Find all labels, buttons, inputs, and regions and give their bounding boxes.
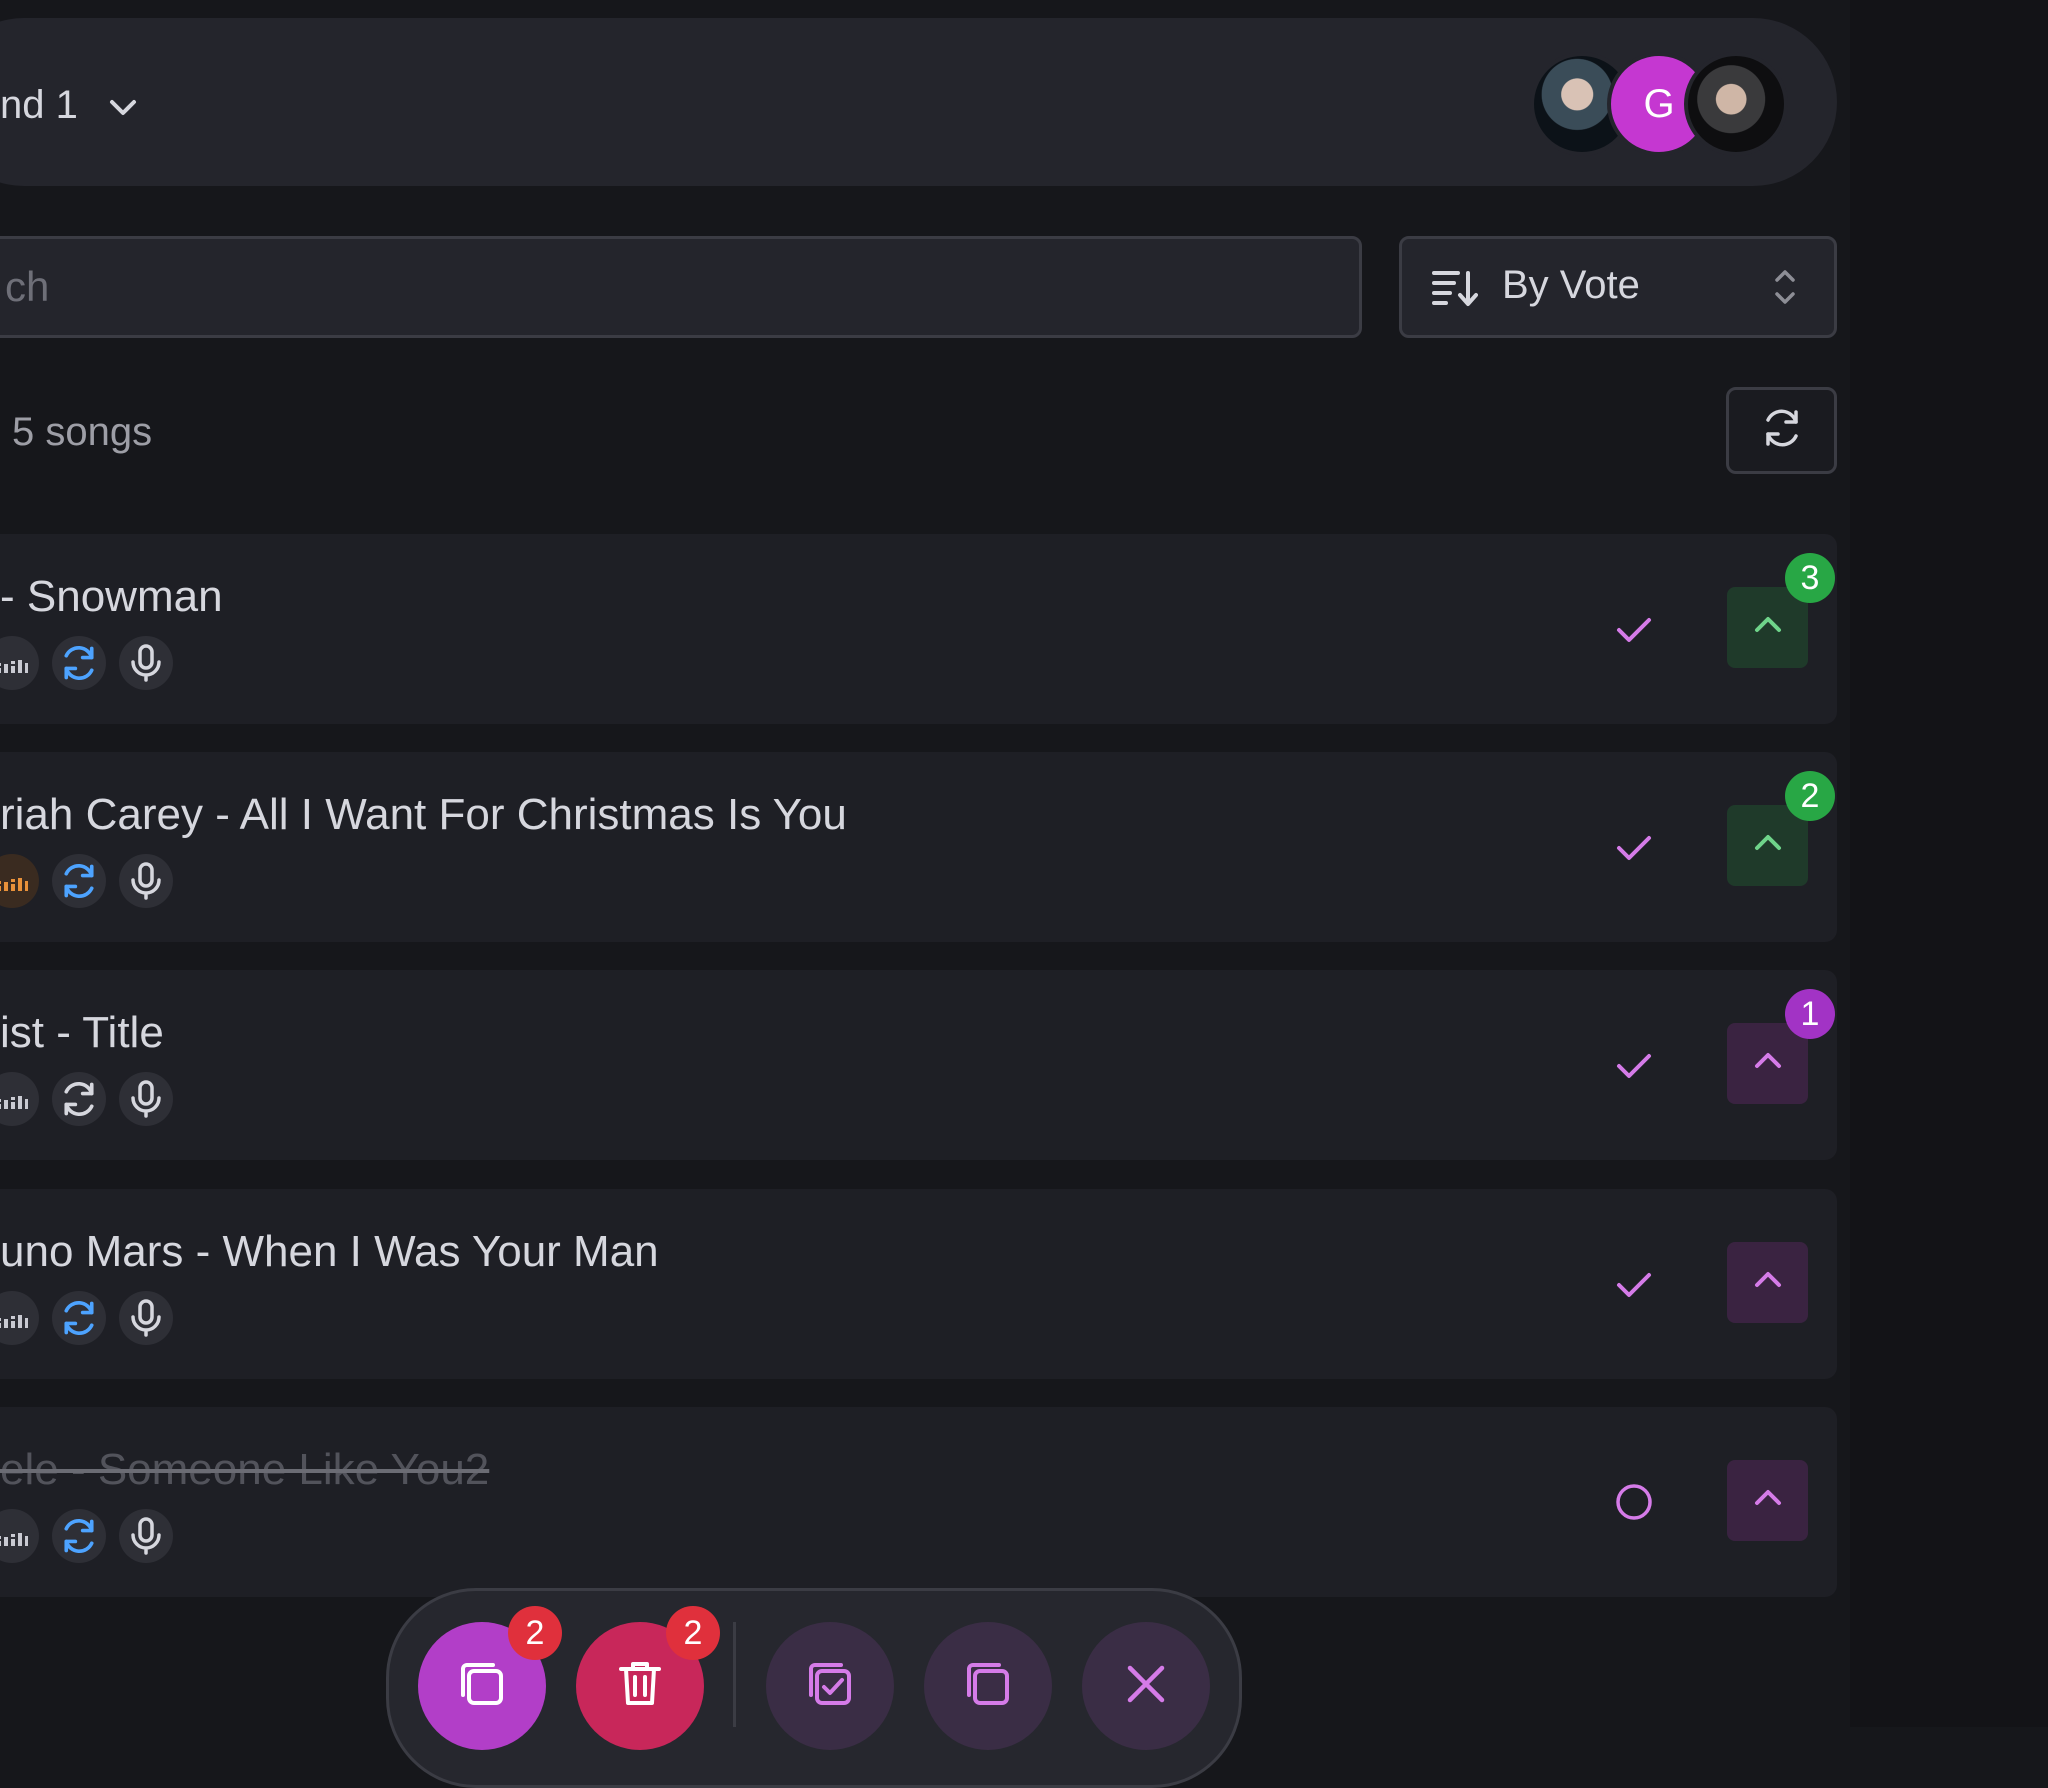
song-title: ist - Title	[0, 1008, 164, 1057]
refresh-button[interactable]	[1726, 387, 1837, 474]
microphone-icon	[119, 1291, 173, 1345]
equalizer-icon	[0, 636, 39, 690]
check-icon[interactable]	[1614, 1264, 1654, 1304]
vote-count-badge: 2	[1785, 771, 1835, 821]
chevron-up-icon	[1753, 833, 1783, 858]
copy-icon	[961, 1657, 1015, 1716]
vote-count-badge: 1	[1785, 989, 1835, 1039]
song-row[interactable]: ist - Title 1	[0, 970, 1837, 1160]
equalizer-icon	[0, 854, 39, 908]
sort-descending-icon	[1432, 269, 1478, 314]
search-field[interactable]	[0, 236, 1362, 338]
equalizer-icon	[0, 1509, 39, 1563]
repeat-icon	[52, 636, 106, 690]
sort-select[interactable]: By Vote	[1399, 236, 1837, 338]
circle-icon[interactable]	[1614, 1482, 1654, 1522]
sort-label: By Vote	[1502, 263, 1640, 307]
microphone-icon	[119, 1072, 173, 1126]
check-icon[interactable]	[1614, 1045, 1654, 1085]
close-selection-button[interactable]	[1082, 1622, 1210, 1750]
copy-check-icon	[803, 1657, 857, 1716]
microphone-icon	[119, 636, 173, 690]
song-count: 5 songs	[12, 410, 153, 454]
search-input[interactable]	[3, 262, 1359, 312]
background-gutter	[1850, 0, 2048, 1727]
trash-icon	[613, 1657, 667, 1716]
chevron-up-icon	[1753, 1051, 1783, 1076]
song-title: - Snowman	[0, 572, 223, 621]
song-row[interactable]: riah Carey - All I Want For Christmas Is…	[0, 752, 1837, 942]
song-title: riah Carey - All I Want For Christmas Is…	[0, 790, 847, 839]
song-row[interactable]: uno Mars - When I Was Your Man	[0, 1189, 1837, 1379]
repeat-icon	[52, 854, 106, 908]
room-selector[interactable]: nd 1	[0, 78, 138, 132]
close-icon	[1122, 1660, 1170, 1713]
repeat-icon	[52, 1509, 106, 1563]
song-title: ele - Someone Like You2	[0, 1445, 490, 1494]
avatar[interactable]	[1684, 52, 1788, 156]
microphone-icon	[119, 854, 173, 908]
equalizer-icon	[0, 1291, 39, 1345]
select-all-button[interactable]	[924, 1622, 1052, 1750]
delete-selected-badge: 2	[666, 1606, 720, 1660]
chevron-down-icon	[108, 83, 138, 128]
select-done-button[interactable]	[766, 1622, 894, 1750]
repeat-icon	[52, 1072, 106, 1126]
check-icon[interactable]	[1614, 827, 1654, 867]
check-icon[interactable]	[1614, 609, 1654, 649]
action-divider	[733, 1622, 736, 1727]
copy-selected-badge: 2	[508, 1606, 562, 1660]
chevron-up-down-icon	[1774, 267, 1796, 312]
refresh-icon	[1760, 406, 1804, 455]
copy-icon	[455, 1657, 509, 1716]
equalizer-icon	[0, 1072, 39, 1126]
chevron-up-icon	[1753, 1488, 1783, 1513]
microphone-icon	[119, 1509, 173, 1563]
song-row[interactable]: ele - Someone Like You2	[0, 1407, 1837, 1597]
room-name: nd 1	[0, 82, 78, 127]
chevron-up-icon	[1753, 615, 1783, 640]
repeat-icon	[52, 1291, 106, 1345]
upvote-button[interactable]	[1727, 1242, 1808, 1323]
vote-count-badge: 3	[1785, 553, 1835, 603]
song-title: uno Mars - When I Was Your Man	[0, 1227, 659, 1276]
chevron-up-icon	[1753, 1270, 1783, 1295]
participant-avatars: G	[1530, 52, 1788, 156]
upvote-button[interactable]	[1727, 1460, 1808, 1541]
song-row[interactable]: - Snowman 3	[0, 534, 1837, 724]
